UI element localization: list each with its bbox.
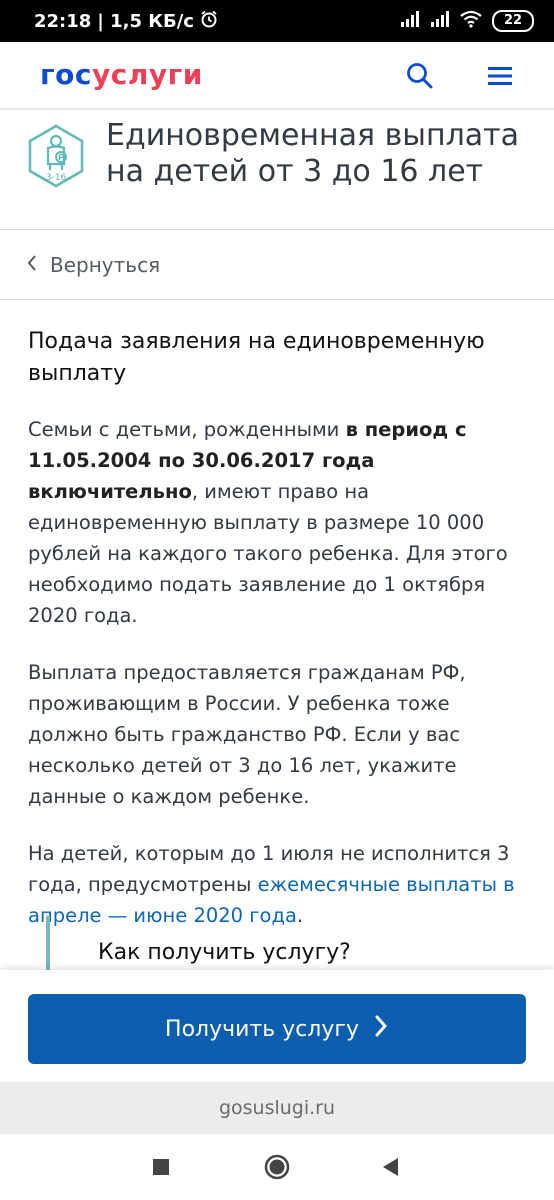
system-nav-bar — [0, 1134, 554, 1200]
how-to-get-heading: Как получить услугу? — [98, 940, 351, 965]
recent-apps-icon[interactable] — [146, 1152, 176, 1182]
battery-icon: 22 — [492, 10, 534, 32]
back-link-label: Вернуться — [50, 252, 161, 277]
para1-text-start: Семьи с детьми, рожденными — [28, 418, 346, 441]
wifi-icon — [460, 10, 482, 33]
get-service-label: Получить услугу — [165, 1016, 359, 1042]
logo-part-gos: гос — [40, 58, 92, 91]
search-icon[interactable] — [404, 60, 436, 92]
chevron-left-icon — [26, 253, 38, 277]
site-header: госуслуги — [0, 42, 554, 110]
home-icon[interactable] — [262, 1152, 292, 1182]
status-bar: 22:18 | 1,5 КБ/с 22 — [0, 0, 554, 42]
screen: 22:18 | 1,5 КБ/с 22 госуслуги 3-16 Едино… — [0, 0, 554, 1200]
back-icon[interactable] — [376, 1152, 406, 1182]
status-time: 22:18 — [34, 10, 92, 32]
signal-icon — [430, 10, 450, 33]
main-content: Подача заявления на единовременную выпла… — [28, 326, 526, 957]
service-title: Единовременная выплата на детей от 3 до … — [106, 118, 520, 189]
paragraph-eligibility: Семьи с детьми, рожденными в период с 11… — [28, 414, 526, 631]
menu-icon[interactable] — [484, 60, 516, 92]
browser-url-bar[interactable]: gosuslugi.ru — [0, 1082, 554, 1134]
service-icon-label: 3-16 — [46, 173, 67, 183]
url-text: gosuslugi.ru — [218, 1097, 336, 1119]
sticky-action-bar: Получить услугу — [0, 970, 554, 1082]
status-left: 22:18 | 1,5 КБ/с — [34, 10, 218, 33]
child-payment-icon: 3-16 — [24, 124, 88, 188]
signal-icon — [400, 10, 420, 33]
paragraph-citizenship: Выплата предоставляется гражданам РФ, пр… — [28, 661, 466, 808]
logo-part-uslugi: услуги — [91, 58, 203, 91]
section-heading: Подача заявления на единовременную выпла… — [28, 329, 485, 386]
how-to-get-service[interactable]: Как получить услугу? — [46, 916, 526, 976]
get-service-button[interactable]: Получить услугу — [28, 994, 526, 1064]
network-speed: | 1,5 КБ/с — [97, 10, 194, 32]
service-title-block: 3-16 Единовременная выплата на детей от … — [0, 110, 554, 230]
alarm-icon — [200, 10, 218, 33]
back-link[interactable]: Вернуться — [0, 230, 554, 300]
status-right: 22 — [400, 10, 534, 33]
gosuslugi-logo[interactable]: госуслуги — [40, 58, 203, 91]
chevron-right-icon — [373, 1014, 389, 1044]
